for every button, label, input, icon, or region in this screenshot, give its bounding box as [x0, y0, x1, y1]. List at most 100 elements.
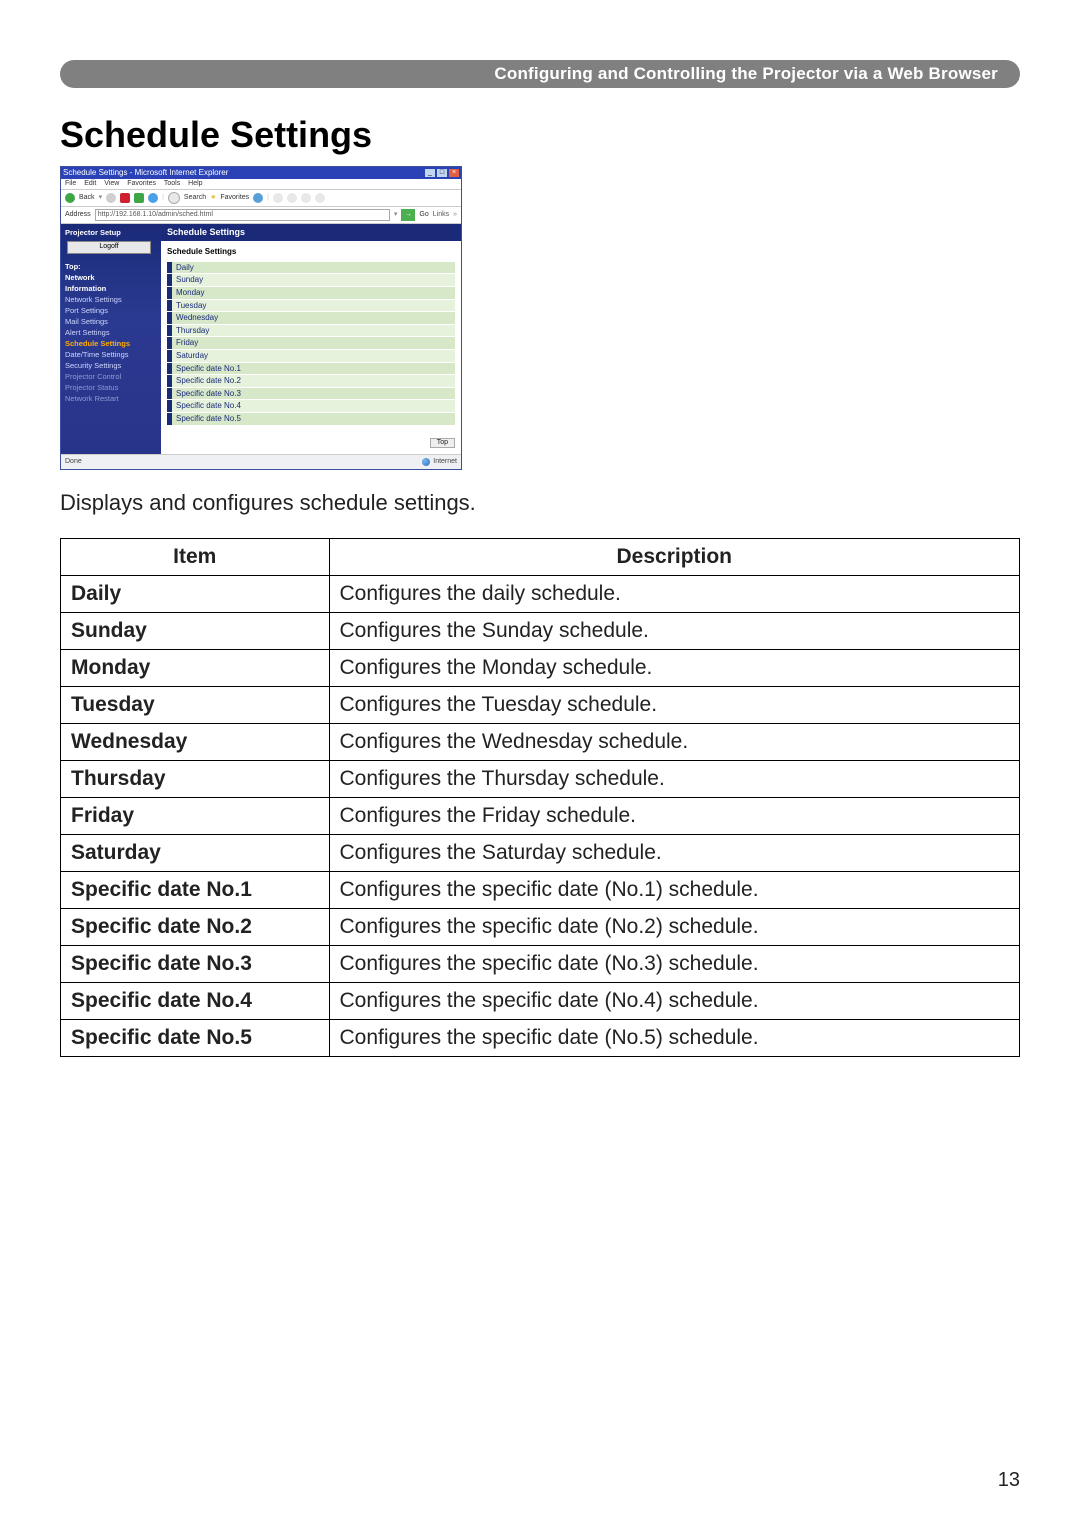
go-label: Go: [419, 211, 428, 219]
home-icon[interactable]: [148, 193, 158, 203]
intro-text: Displays and configures schedule setting…: [60, 490, 1020, 516]
close-icon[interactable]: ×: [449, 169, 459, 177]
table-item: Specific date No.2: [61, 908, 330, 945]
status-zone: Internet: [433, 458, 457, 466]
table-head-description: Description: [329, 538, 1019, 575]
sidebar-item-projector-status[interactable]: Projector Status: [65, 383, 157, 392]
favorites-label[interactable]: Favorites: [220, 194, 249, 202]
table-desc: Configures the specific date (No.1) sche…: [329, 871, 1019, 908]
table-desc: Configures the Friday schedule.: [329, 797, 1019, 834]
sidebar-item-projector-control[interactable]: Projector Control: [65, 372, 157, 381]
table-head-item: Item: [61, 538, 330, 575]
table-item: Friday: [61, 797, 330, 834]
content-title: Schedule Settings: [161, 224, 461, 241]
schedule-row-specific1[interactable]: Specific date No.1: [167, 363, 455, 375]
page-title: Schedule Settings: [60, 114, 1020, 156]
schedule-row-thursday[interactable]: Thursday: [167, 325, 455, 337]
browser-body: Projector Setup Logoff Top: Network Info…: [61, 224, 461, 454]
schedule-row-specific5[interactable]: Specific date No.5: [167, 413, 455, 425]
sidebar-heading-network: Network: [65, 273, 157, 282]
schedule-row-saturday[interactable]: Saturday: [167, 350, 455, 362]
menu-edit[interactable]: Edit: [84, 180, 96, 187]
address-input[interactable]: http://192.168.1.10/admin/sched.html: [95, 209, 390, 221]
schedule-row-wednesday[interactable]: Wednesday: [167, 312, 455, 324]
table-item: Wednesday: [61, 723, 330, 760]
sidebar-item-schedule-settings[interactable]: Schedule Settings: [65, 339, 157, 348]
logoff-button[interactable]: Logoff: [67, 241, 151, 253]
refresh-icon[interactable]: [134, 193, 144, 203]
stop-icon[interactable]: [120, 193, 130, 203]
table-desc: Configures the Monday schedule.: [329, 649, 1019, 686]
browser-titlebar: Schedule Settings - Microsoft Internet E…: [61, 167, 461, 179]
menu-view[interactable]: View: [104, 180, 119, 187]
search-label[interactable]: Search: [184, 194, 206, 202]
table-row: FridayConfigures the Friday schedule.: [61, 797, 1020, 834]
table-desc: Configures the daily schedule.: [329, 575, 1019, 612]
table-item: Specific date No.3: [61, 945, 330, 982]
page-number: 13: [998, 1469, 1020, 1492]
sidebar-item-mail-settings[interactable]: Mail Settings: [65, 317, 157, 326]
table-item: Monday: [61, 649, 330, 686]
edit-icon[interactable]: [301, 193, 311, 203]
go-button[interactable]: →: [401, 209, 415, 221]
back-icon[interactable]: [65, 193, 75, 203]
search-icon[interactable]: [168, 192, 180, 204]
schedule-description-table: Item Description DailyConfigures the dai…: [60, 538, 1020, 1057]
menu-help[interactable]: Help: [188, 180, 202, 187]
schedule-row-specific4[interactable]: Specific date No.4: [167, 400, 455, 412]
top-button[interactable]: Top: [430, 438, 455, 448]
table-item: Specific date No.1: [61, 871, 330, 908]
table-item: Saturday: [61, 834, 330, 871]
table-row: Specific date No.4Configures the specifi…: [61, 982, 1020, 1019]
table-item: Specific date No.5: [61, 1019, 330, 1056]
schedule-row-friday[interactable]: Friday: [167, 337, 455, 349]
browser-addressbar: Address http://192.168.1.10/admin/sched.…: [61, 207, 461, 224]
forward-icon[interactable]: [106, 193, 116, 203]
sidebar: Projector Setup Logoff Top: Network Info…: [61, 224, 161, 454]
table-item: Daily: [61, 575, 330, 612]
menu-tools[interactable]: Tools: [164, 180, 180, 187]
browser-menubar: File Edit View Favorites Tools Help: [61, 179, 461, 190]
menu-file[interactable]: File: [65, 180, 76, 187]
menu-favorites[interactable]: Favorites: [127, 180, 156, 187]
sidebar-item-network-settings[interactable]: Network Settings: [65, 295, 157, 304]
discuss-icon[interactable]: [315, 193, 325, 203]
favorites-icon[interactable]: ★: [210, 194, 216, 202]
sidebar-heading-information: Information: [65, 284, 157, 293]
sidebar-item-network-restart[interactable]: Network Restart: [65, 394, 157, 403]
section-header-bar: Configuring and Controlling the Projecto…: [60, 60, 1020, 88]
table-item: Tuesday: [61, 686, 330, 723]
back-label[interactable]: Back: [79, 194, 95, 202]
minimize-icon[interactable]: _: [425, 169, 435, 177]
table-desc: Configures the specific date (No.5) sche…: [329, 1019, 1019, 1056]
address-label: Address: [65, 211, 91, 219]
browser-window: Schedule Settings - Microsoft Internet E…: [60, 166, 462, 470]
table-row: ThursdayConfigures the Thursday schedule…: [61, 760, 1020, 797]
sidebar-item-alert-settings[interactable]: Alert Settings: [65, 328, 157, 337]
table-row: SundayConfigures the Sunday schedule.: [61, 612, 1020, 649]
schedule-row-monday[interactable]: Monday: [167, 287, 455, 299]
print-icon[interactable]: [287, 193, 297, 203]
links-label[interactable]: Links: [433, 211, 449, 219]
table-desc: Configures the Sunday schedule.: [329, 612, 1019, 649]
maximize-icon[interactable]: □: [437, 169, 447, 177]
mail-icon[interactable]: [273, 193, 283, 203]
table-row: WednesdayConfigures the Wednesday schedu…: [61, 723, 1020, 760]
schedule-row-daily[interactable]: Daily: [167, 262, 455, 274]
browser-toolbar: Back ▾ | Search ★ Favorites |: [61, 190, 461, 207]
schedule-row-sunday[interactable]: Sunday: [167, 274, 455, 286]
table-desc: Configures the specific date (No.3) sche…: [329, 945, 1019, 982]
table-desc: Configures the Saturday schedule.: [329, 834, 1019, 871]
table-desc: Configures the specific date (No.4) sche…: [329, 982, 1019, 1019]
table-desc: Configures the Thursday schedule.: [329, 760, 1019, 797]
window-buttons: _ □ ×: [425, 169, 459, 177]
sidebar-item-port-settings[interactable]: Port Settings: [65, 306, 157, 315]
schedule-row-specific2[interactable]: Specific date No.2: [167, 375, 455, 387]
table-row: SaturdayConfigures the Saturday schedule…: [61, 834, 1020, 871]
history-icon[interactable]: [253, 193, 263, 203]
table-row: Specific date No.5Configures the specifi…: [61, 1019, 1020, 1056]
sidebar-item-datetime-settings[interactable]: Date/Time Settings: [65, 350, 157, 359]
schedule-row-specific3[interactable]: Specific date No.3: [167, 388, 455, 400]
sidebar-item-security-settings[interactable]: Security Settings: [65, 361, 157, 370]
schedule-row-tuesday[interactable]: Tuesday: [167, 300, 455, 312]
